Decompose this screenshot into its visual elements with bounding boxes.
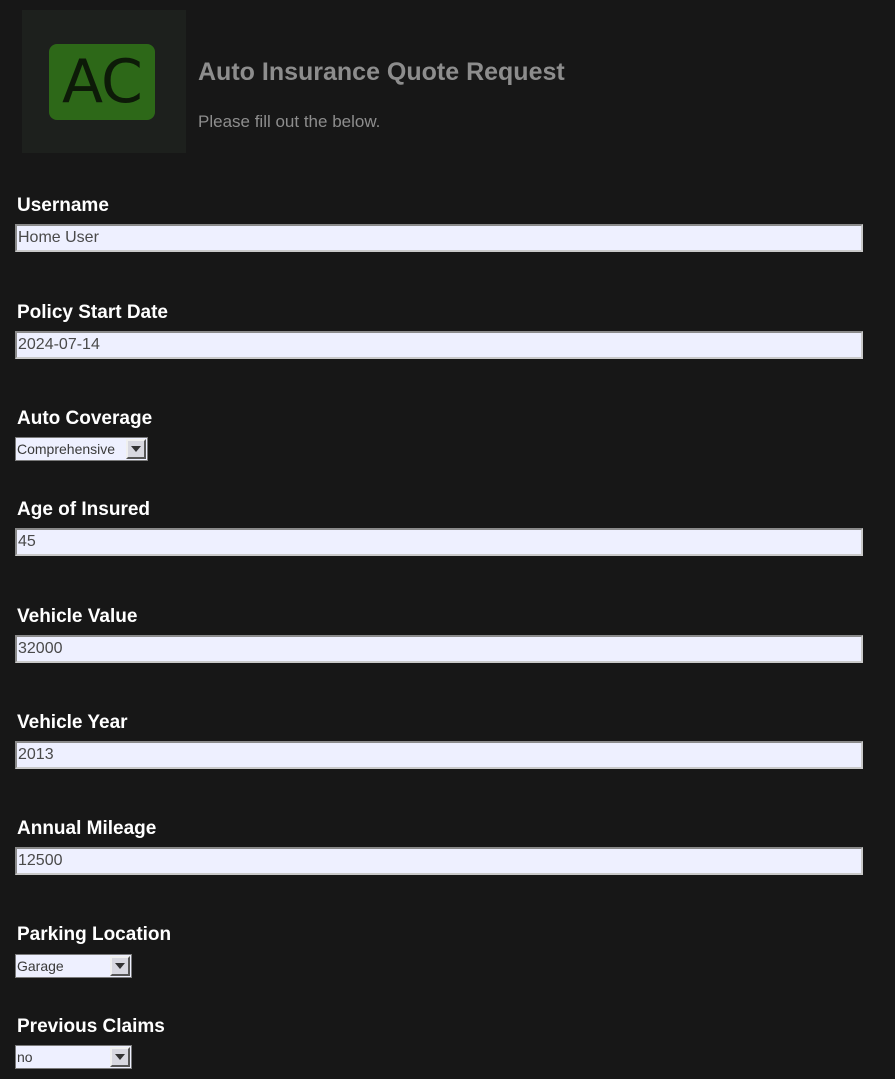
previous-claims-selected-value: no [17, 1049, 33, 1065]
vehicle-year-label: Vehicle Year [17, 712, 128, 733]
page-subtitle: Please fill out the below. [198, 112, 381, 131]
auto-coverage-select[interactable]: Comprehensive [15, 437, 148, 461]
chevron-down-icon[interactable] [126, 439, 146, 459]
logo-mark: AC [49, 44, 155, 120]
page-title: Auto Insurance Quote Request [198, 58, 565, 86]
quote-request-page: AC Auto Insurance Quote Request Please f… [0, 0, 895, 1079]
parking-location-selected-value: Garage [17, 958, 64, 974]
previous-claims-select[interactable]: no [15, 1045, 132, 1069]
parking-location-select[interactable]: Garage [15, 954, 132, 978]
company-logo: AC [22, 10, 186, 153]
username-input[interactable]: Home User [15, 224, 863, 252]
previous-claims-label: Previous Claims [17, 1016, 165, 1037]
age-of-insured-input[interactable]: 45 [15, 528, 863, 556]
chevron-down-icon[interactable] [110, 956, 130, 976]
annual-mileage-input[interactable]: 12500 [15, 847, 863, 875]
chevron-down-icon[interactable] [110, 1047, 130, 1067]
username-label: Username [17, 195, 109, 216]
vehicle-value-input[interactable]: 32000 [15, 635, 863, 663]
vehicle-year-input[interactable]: 2013 [15, 741, 863, 769]
policy-start-date-label: Policy Start Date [17, 302, 168, 323]
auto-coverage-label: Auto Coverage [17, 408, 153, 429]
vehicle-value-label: Vehicle Value [17, 606, 138, 627]
auto-coverage-selected-value: Comprehensive [17, 441, 116, 457]
policy-start-date-input[interactable]: 2024-07-14 [15, 331, 863, 359]
parking-location-label: Parking Location [17, 924, 172, 945]
annual-mileage-label: Annual Mileage [17, 818, 157, 839]
page-header: AC Auto Insurance Quote Request Please f… [0, 0, 895, 170]
age-of-insured-label: Age of Insured [17, 499, 151, 520]
